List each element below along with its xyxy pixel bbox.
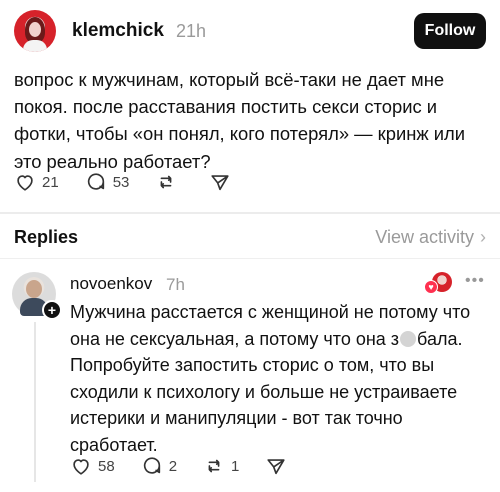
like-button[interactable]: 21	[14, 171, 59, 193]
reply-share-button[interactable]	[265, 455, 287, 477]
reply-avatar[interactable]: +	[12, 272, 62, 320]
reply-comment-count: 2	[168, 457, 178, 475]
reply-like-count: 58	[98, 457, 115, 475]
view-activity-link[interactable]: View activity ›	[375, 227, 486, 248]
comment-button[interactable]: 53	[85, 171, 130, 193]
avatar[interactable]	[14, 10, 56, 52]
censor-blur	[400, 330, 417, 347]
replies-divider	[0, 258, 500, 259]
share-button[interactable]	[209, 171, 231, 193]
post-username[interactable]: klemchick	[72, 20, 164, 42]
repost-button[interactable]	[155, 171, 183, 193]
reply-time: 7h	[166, 275, 185, 294]
reply-username[interactable]: novoenkov	[70, 274, 152, 294]
reply-comment-button[interactable]: 2	[141, 455, 177, 477]
reply-actions: 58 2 1	[70, 455, 313, 477]
view-activity-label: View activity	[375, 227, 474, 247]
post-time: 21h	[176, 21, 207, 41]
post-header: klemchick 21h Follow	[14, 10, 486, 52]
share-icon	[211, 175, 229, 191]
post-actions: 21 53	[14, 171, 257, 193]
avatar-face	[29, 22, 41, 37]
comment-icon	[143, 457, 160, 474]
reply-repost-count: 1	[231, 457, 240, 475]
comment-count: 53	[112, 173, 130, 191]
follow-button[interactable]: Follow	[414, 13, 486, 49]
like-count: 21	[42, 173, 59, 191]
thread-line	[34, 322, 36, 482]
heart-icon	[17, 175, 33, 191]
repost-icon	[208, 459, 220, 473]
post-text: вопрос к мужчинам, который всё-таки не д…	[14, 69, 466, 172]
avatar-body	[23, 40, 47, 52]
reply-text: Мужчина расстается с женщиной не потому …	[70, 299, 486, 459]
heart-icon	[73, 459, 89, 475]
chevron-right-icon: ›	[480, 227, 486, 247]
comment-icon	[87, 173, 104, 190]
repost-icon	[160, 175, 172, 189]
follow-plus-icon[interactable]: +	[42, 300, 62, 320]
liked-heart-icon: ♥	[424, 280, 438, 294]
replies-title: Replies	[14, 227, 79, 247]
section-divider	[0, 212, 500, 214]
reply-avatar-head	[26, 280, 42, 298]
more-icon[interactable]: •••	[465, 272, 485, 290]
share-icon	[267, 459, 285, 475]
reply-like-button[interactable]: 58	[70, 455, 115, 477]
reply-repost-button[interactable]: 1	[203, 455, 239, 477]
